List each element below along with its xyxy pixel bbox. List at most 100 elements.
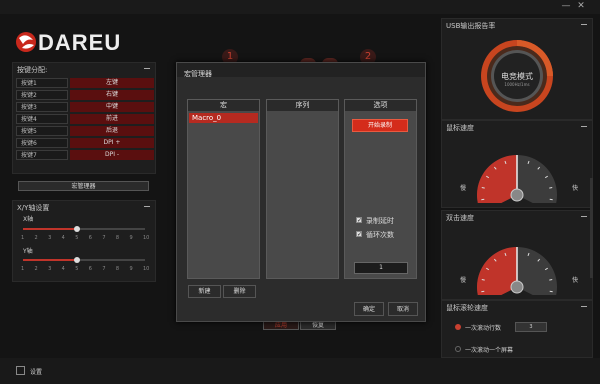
scale-tick: 8 [115,266,120,272]
usb-report-panel: USB输出报告率 电竞模式 1000Hz/1ms [441,18,593,120]
key-assignment[interactable]: 中键 [70,102,154,112]
scale-tick: 1 [21,235,25,241]
usb-rate-label: 1000Hz/1ms [504,82,530,87]
cancel-button[interactable]: 取消 [388,302,418,316]
collapse-icon[interactable] [581,24,587,25]
wheel-lines-label: 一次滚动行数 [465,325,502,332]
bottom-bar [0,358,600,384]
key-assignment[interactable]: 前进 [70,114,154,124]
x-axis-slider-fill [23,228,78,230]
start-record-button[interactable]: 开始录制 [352,119,408,132]
wheel-lines-radio[interactable] [455,324,461,330]
gauge-hub [510,280,524,294]
key-row[interactable]: 按键6 DPI + [16,138,154,148]
key-assignment[interactable]: DPI - [70,150,154,160]
key-name: 按键6 [16,138,68,148]
key-name: 按键2 [16,90,68,100]
right-scrollbar[interactable] [590,178,593,278]
key-assignment[interactable]: 左键 [70,78,154,88]
key-row[interactable]: 按键4 前进 [16,114,154,124]
wheel-screen-label: 一次滚动一个屏幕 [465,347,514,354]
y-axis-slider-knob[interactable] [74,257,81,263]
wheel-lines-input[interactable]: 3 [515,322,547,332]
double-click-fast-label: 快 [572,277,579,284]
scale-tick: 3 [48,235,52,241]
key-row[interactable]: 按键7 DPI - [16,150,154,160]
key-row[interactable]: 按键3 中键 [16,102,154,112]
macro-manager-button[interactable]: 宏管理器 [18,181,149,191]
gauge-tick [481,279,485,281]
scale-tick: 2 [34,266,38,272]
mouse-speed-fast-label: 快 [572,185,579,192]
macro-list[interactable]: 宏 Macro_0 [187,99,260,279]
gauge-tick [549,279,553,281]
xy-axis-panel: X/Y轴设置 X轴 1 2 3 4 5 6 7 8 9 10 Y轴 1 2 3 4 5 6 7 8 9 10 [12,200,156,282]
key-assign-panel: 按键分配: 按键1 左键 按键2 右键 按键3 中键 按键4 前进 按键5 后退 按键6 DPI + 按… [12,62,156,174]
dialog-title-bar [177,63,425,77]
scale-tick: 4 [61,266,65,272]
sequence-list[interactable]: 序列 [266,99,339,279]
usb-mode-label: 电竞模式 [501,72,533,81]
minimize-button[interactable]: — [560,1,572,12]
xy-axis-title: X/Y轴设置 [17,204,50,212]
mouse-speed-slow-label: 慢 [460,185,467,192]
double-click-gauge[interactable] [467,231,567,295]
record-delay-label: 录制延时 [366,217,394,225]
key-name: 按键4 [16,114,68,124]
key-row[interactable]: 按键5 后退 [16,126,154,136]
x-axis-slider[interactable] [23,226,145,232]
key-name: 按键1 [16,78,68,88]
delete-macro-button[interactable]: 删除 [223,285,256,298]
scale-tick: 7 [102,235,106,241]
gauge-tick [481,187,485,189]
loop-count-checkbox[interactable]: ✓ [356,231,362,238]
key-name: 按键7 [16,150,68,160]
title-bar [0,0,600,14]
brand-logo-text: DAREU [38,30,122,55]
wheel-speed-panel: 鼠标滚轮速度 一次滚动行数 3 一次滚动一个屏幕 [441,300,593,358]
scale-tick: 5 [75,235,79,241]
settings-icon[interactable] [16,366,25,375]
scale-tick: 6 [88,266,92,272]
dialog-title: 宏管理器 [184,70,212,78]
collapse-icon[interactable] [144,206,150,207]
close-button[interactable]: ✕ [575,1,587,12]
y-axis-label: Y轴 [23,248,33,255]
x-axis-slider-knob[interactable] [74,226,81,232]
key-assignment[interactable]: 后退 [70,126,154,136]
x-axis-scale: 1 2 3 4 5 6 7 8 9 10 [21,235,149,242]
collapse-icon[interactable] [581,126,587,127]
macro-column-header: 宏 [188,100,259,111]
scale-tick: 10 [143,266,150,272]
scale-tick: 7 [102,266,106,272]
double-click-title: 双击速度 [446,214,474,222]
options-column-header: 选项 [345,100,416,111]
mouse-speed-title: 鼠标速度 [446,124,474,132]
sequence-column-header: 序列 [267,100,338,111]
new-macro-button[interactable]: 新建 [188,285,221,298]
wheel-screen-radio[interactable] [455,346,461,352]
scale-tick: 9 [129,235,133,241]
key-assignment[interactable]: DPI + [70,138,154,148]
mouse-speed-panel: 鼠标速度 慢 快 [441,120,593,208]
collapse-icon[interactable] [581,306,587,307]
record-delay-checkbox[interactable]: ✓ [356,217,362,224]
key-row[interactable]: 按键1 左键 [16,78,154,88]
key-name: 按键3 [16,102,68,112]
scale-tick: 1 [21,266,25,272]
key-assignment[interactable]: 右键 [70,90,154,100]
settings-label[interactable]: 设置 [30,367,42,376]
key-row[interactable]: 按键2 右键 [16,90,154,100]
collapse-icon[interactable] [144,68,150,69]
scale-tick: 2 [34,235,38,241]
macro-list-item[interactable]: Macro_0 [189,113,258,123]
scale-tick: 9 [129,266,133,272]
y-axis-slider[interactable] [23,257,145,263]
scale-tick: 4 [61,235,65,241]
ok-button[interactable]: 确定 [354,302,384,316]
collapse-icon[interactable] [581,216,587,217]
loop-count-input[interactable]: 1 [354,262,408,274]
y-axis-slider-fill [23,259,78,261]
mouse-speed-gauge[interactable] [467,139,567,203]
macro-manager-dialog: 宏管理器 宏 Macro_0 序列 选项 开始录制 ✓ 录制延时 ✓ 循环次数 … [176,62,426,322]
